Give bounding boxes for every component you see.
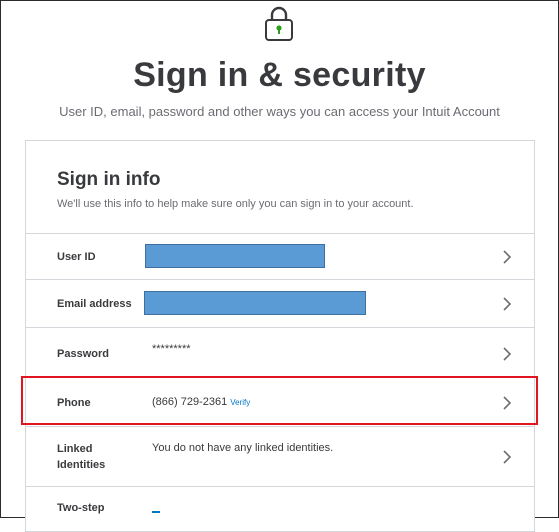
email-redacted-value: [144, 291, 366, 315]
user-id-redacted-value: [145, 244, 325, 268]
password-value: *********: [152, 343, 191, 355]
linked-label-line2: Identities: [57, 459, 106, 471]
two-step-label: Two-step: [57, 502, 105, 514]
chevron-right-icon: [503, 250, 512, 264]
linked-identities-value: You do not have any linked identities.: [152, 442, 334, 454]
email-address-row[interactable]: Email address: [26, 279, 534, 328]
linked-identities-label: Linked Identities: [57, 441, 105, 473]
sign-in-info-card: Sign in info We'll use this info to help…: [25, 140, 535, 532]
password-row[interactable]: Password *********: [26, 327, 534, 378]
two-step-link-fragment: [152, 511, 160, 513]
password-label: Password: [57, 348, 109, 360]
chevron-right-icon: [503, 450, 512, 464]
page-title: Sign in & security: [133, 56, 426, 94]
page-subtitle: User ID, email, password and other ways …: [59, 104, 500, 119]
chevron-right-icon: [503, 347, 512, 361]
user-id-label: User ID: [57, 251, 96, 263]
linked-label-line1: Linked: [57, 443, 93, 455]
email-address-label: Email address: [57, 298, 132, 310]
phone-highlight-box: [21, 376, 538, 425]
lock-icon: [265, 6, 293, 41]
card-description: We'll use this info to help make sure on…: [57, 198, 414, 210]
user-id-row[interactable]: User ID: [26, 233, 534, 280]
chevron-right-icon: [503, 297, 512, 311]
linked-identities-row[interactable]: Linked Identities You do not have any lin…: [26, 426, 534, 487]
card-title: Sign in info: [57, 169, 161, 190]
two-step-row[interactable]: Two-step: [26, 486, 534, 532]
